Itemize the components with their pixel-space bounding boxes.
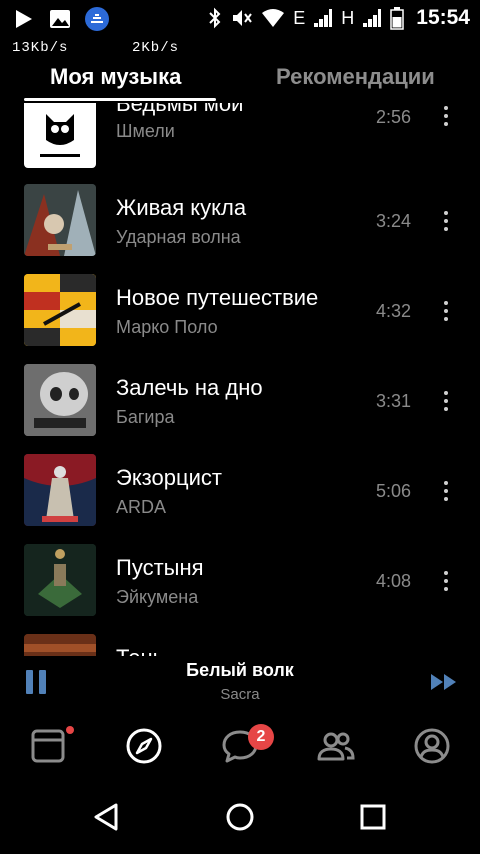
tab-recommendations[interactable]: Рекомендации	[276, 64, 435, 90]
clock: 15:54	[416, 6, 470, 29]
track-cover	[24, 544, 96, 616]
play-icon	[16, 10, 32, 28]
image-icon	[50, 10, 70, 28]
signal-icon	[314, 9, 333, 27]
news-feed-icon[interactable]	[28, 726, 68, 766]
upload-speed: 13Kb/s	[12, 40, 69, 56]
system-navigation-bar	[0, 776, 480, 854]
bluetooth-icon	[209, 7, 221, 29]
track-row[interactable]: Залечь на дно Багира 3:31	[0, 355, 480, 445]
track-title: Новое путешествие	[116, 285, 319, 310]
track-duration: 4:08	[376, 571, 412, 591]
tab-bar: Моя музыка Рекомендации	[0, 58, 480, 102]
track-title: Залечь на дно	[116, 375, 263, 400]
track-title: Тень	[116, 645, 164, 656]
explore-compass-icon[interactable]	[124, 726, 164, 766]
track-cover	[24, 364, 96, 436]
notification-dot	[66, 726, 74, 734]
track-cover	[24, 184, 96, 256]
recent-apps-icon[interactable]	[358, 802, 388, 832]
bottom-navigation: 2	[0, 716, 480, 776]
track-title: Ведьмы мои	[116, 103, 244, 116]
track-title: Пустыня	[116, 555, 204, 580]
track-duration: 2:56	[376, 107, 412, 127]
track-artist: Багира	[116, 407, 175, 427]
more-options-icon[interactable]	[436, 571, 456, 593]
track-duration: 3:31	[376, 391, 412, 411]
track-row[interactable]: Новое путешествие Марко Поло 4:32	[0, 265, 480, 355]
more-options-icon[interactable]	[436, 301, 456, 323]
track-artist: Марко Поло	[116, 317, 218, 337]
track-row[interactable]: Пустыня Эйкумена 4:08	[0, 535, 480, 625]
track-list[interactable]: Ведьмы мои Шмели 2:56 Живая кукла Ударна…	[0, 103, 480, 656]
now-playing-artist: Sacra	[220, 686, 260, 703]
more-options-icon[interactable]	[436, 106, 456, 128]
track-artist: Ударная волна	[116, 227, 241, 247]
track-cover	[24, 103, 96, 168]
more-options-icon[interactable]	[436, 481, 456, 503]
track-title: Экзорцист	[116, 465, 222, 490]
vk-icon	[85, 7, 109, 31]
mini-player[interactable]: Белый волк Sacra	[0, 656, 480, 710]
wifi-icon	[262, 9, 285, 27]
track-artist: Шмели	[116, 121, 175, 141]
friends-icon[interactable]	[316, 726, 356, 766]
track-title: Живая кукла	[116, 195, 247, 220]
track-cover	[24, 454, 96, 526]
status-bar: E H 15:54 13Kb/s 2Kb/s	[0, 0, 480, 62]
profile-icon[interactable]	[412, 726, 452, 766]
track-artist: Эйкумена	[116, 587, 199, 607]
more-options-icon[interactable]	[436, 391, 456, 413]
back-icon[interactable]	[92, 802, 122, 832]
network-type-e: E	[293, 7, 306, 28]
track-duration: 4:32	[376, 301, 412, 321]
tab-indicator	[24, 98, 216, 101]
track-artist: ARDA	[116, 497, 167, 517]
network-type-h: H	[341, 7, 355, 28]
track-row[interactable]: Ведьмы мои Шмели 2:56	[0, 103, 480, 177]
next-track-button[interactable]	[430, 672, 458, 692]
download-speed: 2Kb/s	[132, 40, 180, 56]
home-icon[interactable]	[225, 802, 255, 832]
signal-icon-2	[363, 9, 382, 27]
track-row[interactable]: Тень	[0, 625, 480, 656]
tab-my-music[interactable]: Моя музыка	[50, 64, 181, 90]
now-playing-title: Белый волк	[186, 660, 294, 680]
track-row[interactable]: Экзорцист ARDA 5:06	[0, 445, 480, 535]
track-row[interactable]: Живая кукла Ударная волна 3:24	[0, 175, 480, 265]
more-options-icon[interactable]	[436, 211, 456, 233]
mute-icon	[233, 10, 253, 26]
track-cover	[24, 634, 96, 656]
messages-badge: 2	[248, 724, 274, 750]
track-duration: 5:06	[376, 481, 412, 501]
track-cover	[24, 274, 96, 346]
battery-icon	[390, 7, 405, 30]
track-duration: 3:24	[376, 211, 412, 231]
